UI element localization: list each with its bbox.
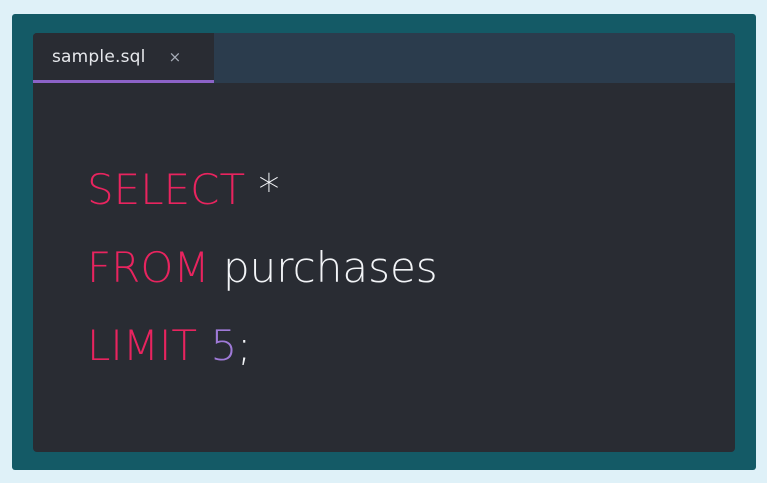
- code-line-3: LIMIT 5;: [87, 307, 438, 385]
- tab-bar: sample.sql ×: [33, 33, 735, 83]
- window-frame: sample.sql × SELECT * FROM purchases LIM…: [12, 14, 756, 470]
- limit-number: 5: [210, 321, 238, 370]
- keyword-select: SELECT: [87, 165, 246, 214]
- keyword-limit: LIMIT: [87, 321, 198, 370]
- code-line-2: FROM purchases: [87, 229, 438, 307]
- tab-label: sample.sql: [52, 46, 146, 67]
- code-line-1: SELECT *: [87, 151, 438, 229]
- code-content[interactable]: SELECT * FROM purchases LIMIT 5;: [87, 151, 438, 385]
- table-name: purchases: [223, 243, 438, 292]
- tab-sample-sql[interactable]: sample.sql ×: [33, 33, 214, 83]
- keyword-from: FROM: [87, 243, 210, 292]
- close-icon[interactable]: ×: [169, 48, 182, 66]
- semicolon: ;: [237, 321, 252, 370]
- code-editor: sample.sql × SELECT * FROM purchases LIM…: [33, 33, 735, 452]
- select-star: *: [258, 165, 280, 214]
